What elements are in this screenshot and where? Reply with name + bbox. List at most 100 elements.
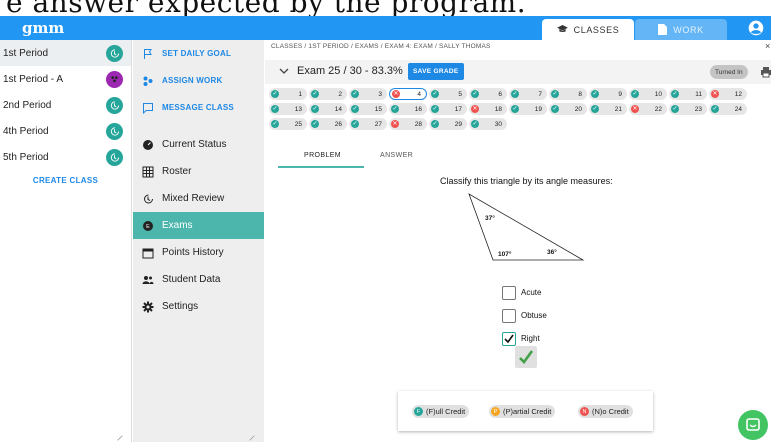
question-chip[interactable]: ✓ 17 [429,103,467,115]
nav-item-exams[interactable]: E Exams [133,212,264,239]
nav-item-label: Mixed Review [162,193,225,204]
acute-checkbox[interactable] [502,285,516,300]
question-chip[interactable]: ✓ 3 [349,88,387,100]
close-icon[interactable]: × [765,41,770,51]
question-number: 17 [454,105,462,113]
app-logo[interactable]: gmm [22,19,64,37]
create-class-button[interactable]: CREATE CLASS [0,176,131,185]
question-chip[interactable]: ✓ 26 [309,118,347,130]
question-number: 4 [417,90,421,98]
nav-item-student-data[interactable]: Student Data [133,266,264,293]
question-chip[interactable]: ✓ 7 [509,88,547,100]
question-chip[interactable]: ✕ 4 [389,88,427,100]
question-number: 11 [695,90,702,98]
question-chip[interactable]: ✓ 23 [669,103,707,115]
right-checkbox[interactable] [502,331,516,346]
question-chip[interactable]: ✓ 10 [629,88,667,100]
question-chip[interactable]: ✓ 9 [589,88,627,100]
question-chip[interactable]: ✓ 27 [349,118,387,130]
history-icon [106,148,123,166]
question-chip[interactable]: ✓ 5 [429,88,467,100]
assign-work-button[interactable]: ASSIGN WORK [133,67,264,94]
question-number: 10 [654,90,662,98]
view-tabs: PROBLEM ANSWER [278,147,478,169]
choice-obtuse[interactable]: Obtuse [502,304,547,327]
no-credit-badge: N [580,407,589,416]
question-number: 29 [454,120,462,128]
check-icon: ✓ [591,105,599,113]
calendar-icon [141,246,154,259]
breadcrumb[interactable]: CLASSES / 1ST PERIOD / EXAMS / EXAM 4: E… [271,43,491,50]
full-credit-button[interactable]: F (F)ull Credit [412,405,470,418]
check-icon: ✓ [351,120,359,128]
tab-work-label: WORK [673,24,704,35]
question-chip[interactable]: ✓ 8 [549,88,587,100]
class-item-4th-period[interactable]: 4th Period [0,118,131,144]
no-credit-button[interactable]: N (N)o Credit [578,405,633,418]
question-chip[interactable]: ✓ 24 [709,103,747,115]
question-chip[interactable]: ✓ 15 [349,103,387,115]
save-grade-button[interactable]: SAVE GRADE [408,63,464,80]
question-number: 18 [494,105,502,113]
question-chip[interactable]: ✓ 19 [509,103,547,115]
class-item-2nd-period[interactable]: 2nd Period [0,92,131,118]
tab-work[interactable]: WORK [635,19,727,40]
question-chip[interactable]: ✓ 21 [589,103,627,115]
account-icon[interactable] [748,20,764,36]
chevron-down-icon[interactable] [279,66,289,76]
choice-label: Obtuse [521,311,547,320]
choice-label: Right [521,334,540,343]
question-chip[interactable]: ✓ 1 [269,88,307,100]
class-item-label: 2nd Period [3,99,52,111]
nav-item-label: Points History [162,247,224,258]
check-icon: ✓ [471,120,479,128]
question-chip[interactable]: ✕ 18 [469,103,507,115]
question-row: ✓ 13 ✓ 14 ✓ 15 ✓ 16 ✓ 17 ✕ 18 ✓ 19 ✓ 20 ✓ 21 ✕ 22 ✓ 23 ✓ 24 [269,103,769,115]
question-chip[interactable]: ✕ 28 [389,118,427,130]
question-chip[interactable]: ✕ 12 [709,88,747,100]
question-chip[interactable]: ✓ 2 [309,88,347,100]
answer-choices: Acute Obtuse Right [502,281,547,350]
chat-button[interactable] [738,410,768,440]
question-chip[interactable]: ✓ 16 [389,103,427,115]
question-chip[interactable]: ✓ 13 [269,103,307,115]
partial-credit-button[interactable]: P (P)artial Credit [489,405,556,418]
choice-acute[interactable]: Acute [502,281,547,304]
check-icon: ✓ [391,105,399,113]
exam-header: Exam 25 / 30 - 83.3% SAVE GRADE Turned I… [265,60,771,84]
question-chip[interactable]: ✓ 29 [429,118,467,130]
class-item-1st-period[interactable]: 1st Period [0,40,131,66]
question-row: ✓ 1 ✓ 2 ✓ 3 ✕ 4 ✓ 5 ✓ 6 ✓ 7 ✓ 8 ✓ 9 ✓ 10 ✓ 11 ✕ 12 [269,88,769,100]
class-item-1st-period-a[interactable]: 1st Period - A [0,66,131,92]
set-daily-goal-button[interactable]: SET DAILY GOAL [133,40,264,67]
question-chip[interactable]: ✓ 30 [469,118,507,130]
nav-item-roster[interactable]: Roster [133,158,264,185]
message-class-button[interactable]: MESSAGE CLASS [133,94,264,121]
obtuse-checkbox[interactable] [502,308,516,323]
question-chip[interactable]: ✓ 6 [469,88,507,100]
nav-item-points-history[interactable]: Points History [133,239,264,266]
tab-problem[interactable]: PROBLEM [304,152,341,159]
print-icon[interactable] [760,66,771,78]
tab-answer[interactable]: ANSWER [380,152,413,159]
question-chip[interactable]: ✕ 22 [629,103,667,115]
tab-classes[interactable]: CLASSES [542,19,634,40]
question-chip[interactable]: ✓ 25 [269,118,307,130]
tab-classes-label: CLASSES [573,24,620,35]
nav-item-label: Current Status [162,139,227,150]
chevron-icon [117,435,123,441]
nav-item-current-status[interactable]: Current Status [133,131,264,158]
question-number: 25 [294,120,302,128]
question-chip[interactable]: ✓ 14 [309,103,347,115]
nav-item-mixed-review[interactable]: Mixed Review [133,185,264,212]
question-chip[interactable]: ✓ 20 [549,103,587,115]
class-item-5th-period[interactable]: 5th Period [0,144,131,170]
nav-item-settings[interactable]: Settings [133,293,264,320]
question-number: 27 [374,120,382,128]
question-chip[interactable]: ✓ 11 [669,88,707,100]
check-icon: ✓ [271,90,279,98]
check-icon: ✓ [311,120,319,128]
check-icon: ✓ [431,120,439,128]
check-icon: ✓ [351,90,359,98]
exam-title: Exam 25 / 30 - 83.3% [297,65,403,77]
